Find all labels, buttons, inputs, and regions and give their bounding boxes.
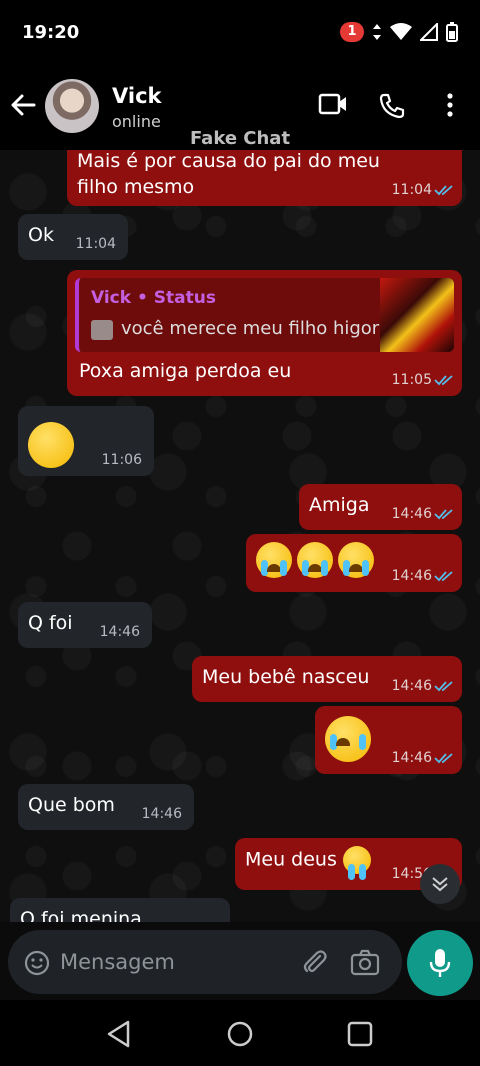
read-ticks-icon — [434, 185, 453, 196]
more-vert-icon[interactable] — [444, 92, 456, 118]
status-icons: 1 — [340, 22, 458, 42]
message-bubble-incoming[interactable]: Ok 11:04 — [18, 214, 128, 260]
message-time: 14:46 — [391, 506, 432, 522]
crying-emoji-icon — [256, 542, 292, 578]
crying-emoji-icon — [297, 542, 334, 578]
read-ticks-icon — [434, 375, 453, 386]
camera-icon[interactable] — [350, 948, 380, 976]
message-input-bar: Mensagem — [8, 930, 402, 994]
message-input[interactable]: Mensagem — [60, 950, 175, 974]
crying-emoji-icon — [342, 846, 371, 880]
double-chevron-down-icon — [432, 877, 448, 892]
message-bubble-outgoing[interactable]: 14:46 — [246, 534, 462, 592]
quote-text: você merece meu filho higor — [121, 318, 380, 339]
message-list[interactable]: Mais é por causa do pai do meu filho mes… — [0, 150, 480, 922]
message-bubble-incoming[interactable]: Q foi 14:46 — [18, 602, 152, 648]
message-time: 14:46 — [391, 750, 432, 766]
message-bubble-outgoing[interactable]: Mais é por causa do pai do meu filho mes… — [67, 150, 462, 206]
message-bubble-outgoing[interactable]: Meu bebê nasceu 14:46 — [192, 656, 462, 702]
mic-button[interactable] — [407, 930, 473, 996]
message-text-content: Meu deus — [245, 848, 337, 871]
quoted-status[interactable]: Vick • Status você merece meu filho higo… — [75, 278, 454, 352]
wifi-icon — [390, 23, 412, 40]
message-bubble-incoming[interactable]: Que bom 14:46 — [18, 784, 194, 830]
system-nav-bar — [0, 1000, 480, 1066]
eye-roll-emoji-icon — [28, 422, 74, 468]
crying-emoji-icon — [325, 716, 371, 762]
message-time: 11:04 — [391, 182, 432, 198]
message-time: 14:46 — [141, 806, 182, 822]
nav-back-icon[interactable] — [106, 1020, 132, 1048]
image-icon — [91, 320, 113, 340]
video-call-icon[interactable] — [318, 92, 348, 116]
message-bubble-outgoing[interactable]: Amiga 14:46 — [299, 484, 462, 530]
battery-icon — [446, 22, 458, 42]
message-bubble-outgoing-reply[interactable]: Vick • Status você merece meu filho higo… — [67, 270, 462, 396]
read-ticks-icon — [434, 509, 453, 520]
message-time: 11:06 — [101, 452, 142, 468]
message-bubble-outgoing[interactable]: 14:46 — [315, 706, 462, 774]
message-time: 11:05 — [391, 372, 432, 388]
status-bar: 19:20 1 — [0, 0, 480, 64]
message-text: Q foi menina — [20, 908, 142, 922]
message-time: 14:46 — [99, 624, 140, 640]
status-time: 19:20 — [22, 21, 80, 43]
data-arrows-icon — [373, 24, 381, 40]
attach-icon[interactable] — [300, 948, 328, 976]
crying-emoji-icon — [338, 542, 375, 578]
message-time: 14:46 — [391, 678, 432, 694]
message-time: 14:46 — [391, 568, 432, 584]
read-ticks-icon — [434, 753, 453, 764]
message-bubble-incoming[interactable]: 11:06 — [18, 406, 154, 476]
read-ticks-icon — [434, 681, 453, 692]
quote-author: Vick • Status — [91, 288, 216, 308]
read-ticks-icon — [434, 571, 453, 582]
nav-home-icon[interactable] — [226, 1020, 254, 1048]
mic-icon — [429, 949, 451, 977]
contact-name[interactable]: Vick — [112, 84, 162, 108]
message-time: 11:04 — [75, 236, 116, 252]
emoji-icon[interactable] — [24, 950, 50, 976]
nav-recents-icon[interactable] — [346, 1020, 374, 1048]
notification-badge: 1 — [340, 22, 364, 42]
status-thumbnail — [380, 278, 454, 352]
avatar[interactable] — [45, 79, 99, 133]
message-bubble-incoming[interactable]: Q foi menina — [10, 898, 230, 922]
scroll-down-button[interactable] — [420, 864, 460, 904]
phone-icon[interactable] — [378, 92, 406, 120]
back-arrow-icon[interactable] — [8, 90, 38, 120]
watermark-label: Fake Chat — [189, 128, 291, 149]
signal-icon — [420, 23, 438, 41]
message-text: Poxa amiga perdoa eu — [79, 360, 292, 382]
